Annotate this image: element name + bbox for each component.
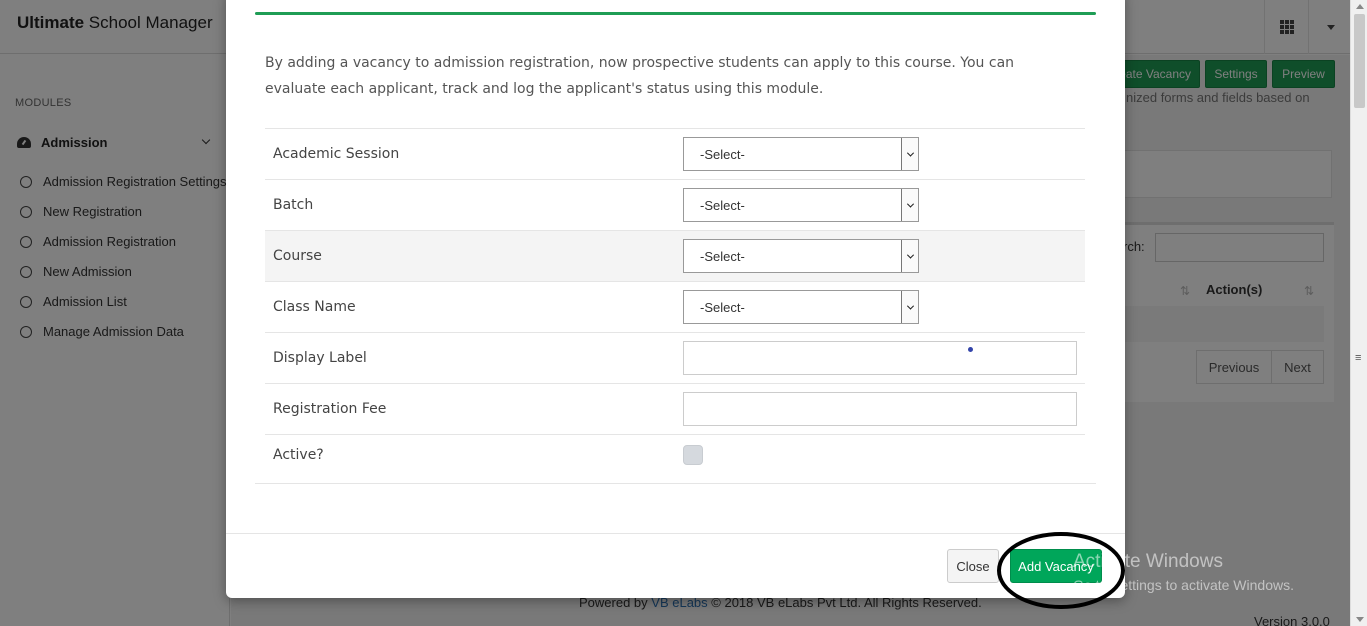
form-row-course: Course -Select-	[265, 231, 1085, 282]
scroll-thumb[interactable]	[1354, 14, 1365, 108]
add-vacancy-modal: By adding a vacancy to admission registr…	[226, 0, 1125, 598]
form-row-class-name: Class Name -Select-	[265, 282, 1085, 333]
academic-session-select[interactable]: -Select-	[683, 137, 919, 171]
windows-activation-title: Activate Windows	[1073, 551, 1223, 572]
modal-accent-line	[255, 12, 1096, 15]
divider	[255, 483, 1096, 484]
field-label: Active?	[273, 447, 324, 463]
page-scrollbar[interactable]: ≡	[1350, 0, 1367, 626]
mouse-cursor-dot	[968, 347, 973, 352]
grip-icon: ≡	[1355, 352, 1362, 364]
vacancy-form: Academic Session -Select- Batch -Select-…	[265, 128, 1085, 485]
modal-intro-text: By adding a vacancy to admission registr…	[265, 55, 1015, 97]
active-checkbox[interactable]	[683, 445, 703, 465]
course-select[interactable]: -Select-	[683, 239, 919, 273]
field-label: Registration Fee	[273, 401, 387, 417]
chevron-down-icon	[901, 189, 918, 221]
modal-footer-divider	[226, 533, 1125, 534]
field-label: Batch	[273, 197, 314, 213]
field-label: Academic Session	[273, 146, 400, 162]
registration-fee-input[interactable]	[683, 392, 1077, 426]
field-label: Display Label	[273, 350, 367, 366]
scroll-down-icon[interactable]	[1356, 617, 1364, 622]
batch-select[interactable]: -Select-	[683, 188, 919, 222]
display-label-input[interactable]	[683, 341, 1077, 375]
form-row-registration-fee: Registration Fee	[265, 384, 1085, 435]
windows-activation-subtitle: Go to Settings to activate Windows.	[1073, 577, 1294, 593]
field-label: Course	[273, 248, 322, 264]
form-row-active: Active?	[265, 435, 1085, 485]
scroll-up-icon[interactable]	[1356, 4, 1364, 9]
class-name-select[interactable]: -Select-	[683, 290, 919, 324]
form-row-display-label: Display Label	[265, 333, 1085, 384]
chevron-down-icon	[901, 138, 918, 170]
close-button[interactable]: Close	[947, 549, 999, 583]
form-row-batch: Batch -Select-	[265, 180, 1085, 231]
chevron-down-icon	[901, 291, 918, 323]
form-row-academic-session: Academic Session -Select-	[265, 129, 1085, 180]
chevron-down-icon	[901, 240, 918, 272]
field-label: Class Name	[273, 299, 356, 315]
